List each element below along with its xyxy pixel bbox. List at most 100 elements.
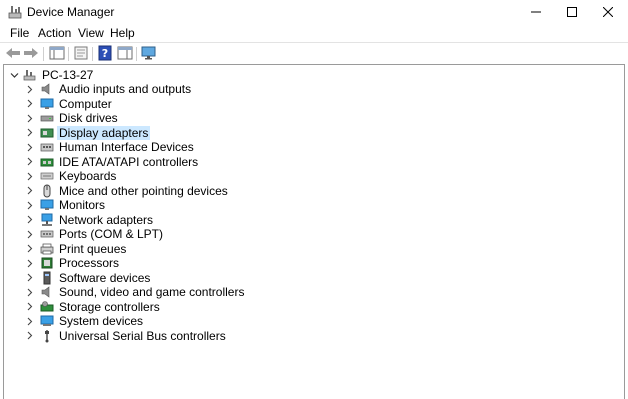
tree-root-node[interactable]: PC-13-27: [8, 68, 95, 82]
tree-node-monitors[interactable]: Monitors: [23, 198, 107, 212]
tree-node-label: Monitors: [59, 198, 106, 212]
menu-bar: File Action View Help: [0, 24, 628, 42]
tree-node-print-queues[interactable]: Print queues: [23, 242, 128, 256]
audio-icon: [40, 82, 54, 96]
tree-node-processors[interactable]: Processors: [23, 256, 121, 270]
back-icon: [5, 46, 21, 63]
show-hide-console-tree-icon: [49, 46, 65, 63]
close-button[interactable]: [590, 0, 626, 24]
svg-text:?: ?: [102, 47, 108, 60]
chevron-down-icon[interactable]: [8, 69, 20, 81]
chevron-right-icon[interactable]: [23, 127, 35, 139]
show-hide-action-pane-button[interactable]: [116, 45, 134, 63]
network-adapter-icon: [40, 213, 54, 227]
tree-root-label: PC-13-27: [42, 68, 94, 82]
tree-node-ide-ata-atapi-controllers[interactable]: IDE ATA/ATAPI controllers: [23, 155, 200, 169]
chevron-right-icon[interactable]: [23, 301, 35, 313]
tree-node-storage-controllers[interactable]: Storage controllers: [23, 300, 162, 314]
tree-node-label: Ports (COM & LPT): [59, 227, 164, 241]
system-device-icon: [40, 314, 54, 328]
chevron-right-icon[interactable]: [23, 98, 35, 110]
chevron-right-icon[interactable]: [23, 315, 35, 327]
tree-node-label: Human Interface Devices: [59, 140, 194, 154]
printer-icon: [40, 242, 54, 256]
tree-node-label: System devices: [59, 314, 144, 328]
chevron-right-icon[interactable]: [23, 330, 35, 342]
forward-button[interactable]: [22, 45, 40, 63]
disk-drive-icon: [40, 111, 54, 125]
device-tree: PC-13-27 Audio inputs and outputs Compute…: [3, 64, 625, 399]
tree-node-label: Keyboards: [59, 169, 117, 183]
tree-node-ports-com-lpt[interactable]: Ports (COM & LPT): [23, 227, 165, 241]
show-hide-console-tree-button[interactable]: [48, 45, 66, 63]
tree-node-universal-serial-bus-controllers[interactable]: Universal Serial Bus controllers: [23, 329, 228, 343]
mouse-icon: [40, 184, 54, 198]
tree-node-label: Audio inputs and outputs: [59, 82, 192, 96]
chevron-right-icon[interactable]: [23, 83, 35, 95]
tree-node-label: Processors: [59, 256, 120, 270]
properties-button[interactable]: [72, 45, 90, 63]
tree-node-label: IDE ATA/ATAPI controllers: [59, 154, 199, 169]
tree-node-network-adapters[interactable]: Network adapters: [23, 213, 155, 227]
processor-icon: [40, 256, 54, 270]
chevron-right-icon[interactable]: [23, 141, 35, 153]
show-hide-action-pane-icon: [117, 46, 133, 63]
maximize-button[interactable]: [554, 0, 590, 24]
sound-controller-icon: [40, 285, 54, 299]
minimize-button[interactable]: [518, 0, 554, 24]
tree-node-sound-video-and-game-controllers[interactable]: Sound, video and game controllers: [23, 285, 246, 299]
menu-view[interactable]: View: [76, 26, 106, 40]
tree-node-label: Print queues: [59, 241, 127, 256]
tree-node-label: Universal Serial Bus controllers: [59, 328, 226, 343]
tree-node-human-interface-devices[interactable]: Human Interface Devices: [23, 140, 196, 154]
tree-node-disk-drives[interactable]: Disk drives: [23, 111, 120, 125]
tree-node-mice-and-other-pointing-devices[interactable]: Mice and other pointing devices: [23, 184, 230, 198]
port-icon: [40, 227, 54, 241]
chevron-right-icon[interactable]: [23, 185, 35, 197]
menu-help[interactable]: Help: [108, 26, 137, 40]
help-button[interactable]: ?: [96, 45, 114, 63]
chevron-right-icon[interactable]: [23, 257, 35, 269]
tree-node-label: Display adapters: [57, 125, 151, 140]
tree-node-keyboards[interactable]: Keyboards: [23, 169, 118, 183]
chevron-right-icon[interactable]: [23, 286, 35, 298]
window-title: Device Manager: [27, 5, 115, 19]
chevron-right-icon[interactable]: [23, 228, 35, 240]
device-manager-app-icon: [8, 4, 24, 20]
chevron-right-icon[interactable]: [23, 156, 35, 168]
computer-root-icon: [23, 68, 37, 82]
help-icon: ?: [98, 45, 112, 64]
tree-node-label: Storage controllers: [59, 299, 160, 314]
chevron-right-icon[interactable]: [23, 243, 35, 255]
menu-action[interactable]: Action: [36, 26, 73, 40]
chevron-right-icon[interactable]: [23, 112, 35, 124]
storage-controller-icon: [40, 300, 54, 314]
scan-hardware-icon: [141, 46, 157, 63]
tree-node-label: Software devices: [59, 270, 151, 285]
tree-node-software-devices[interactable]: Software devices: [23, 271, 152, 285]
back-button[interactable]: [4, 45, 22, 63]
chevron-right-icon[interactable]: [23, 199, 35, 211]
software-device-icon: [40, 271, 54, 285]
display-adapter-icon: [40, 126, 54, 140]
tree-node-computer[interactable]: Computer: [23, 97, 114, 111]
menu-file[interactable]: File: [8, 26, 31, 40]
tree-node-audio-inputs-and-outputs[interactable]: Audio inputs and outputs: [23, 82, 193, 96]
forward-icon: [23, 46, 39, 63]
usb-icon: [40, 329, 54, 343]
chevron-right-icon[interactable]: [23, 214, 35, 226]
close-icon: [603, 7, 613, 17]
tree-node-system-devices[interactable]: System devices: [23, 314, 145, 328]
properties-icon: [73, 46, 89, 63]
tree-node-label: Mice and other pointing devices: [59, 183, 228, 198]
tree-node-display-adapters[interactable]: Display adapters: [23, 125, 151, 140]
toolbar: ?: [0, 42, 628, 65]
hid-icon: [40, 140, 54, 154]
chevron-right-icon[interactable]: [23, 272, 35, 284]
monitor-icon: [40, 198, 54, 212]
tree-node-label: Disk drives: [59, 111, 118, 125]
scan-hardware-button[interactable]: [140, 45, 158, 63]
chevron-right-icon[interactable]: [23, 170, 35, 182]
maximize-icon: [567, 7, 577, 17]
keyboard-icon: [40, 169, 54, 183]
